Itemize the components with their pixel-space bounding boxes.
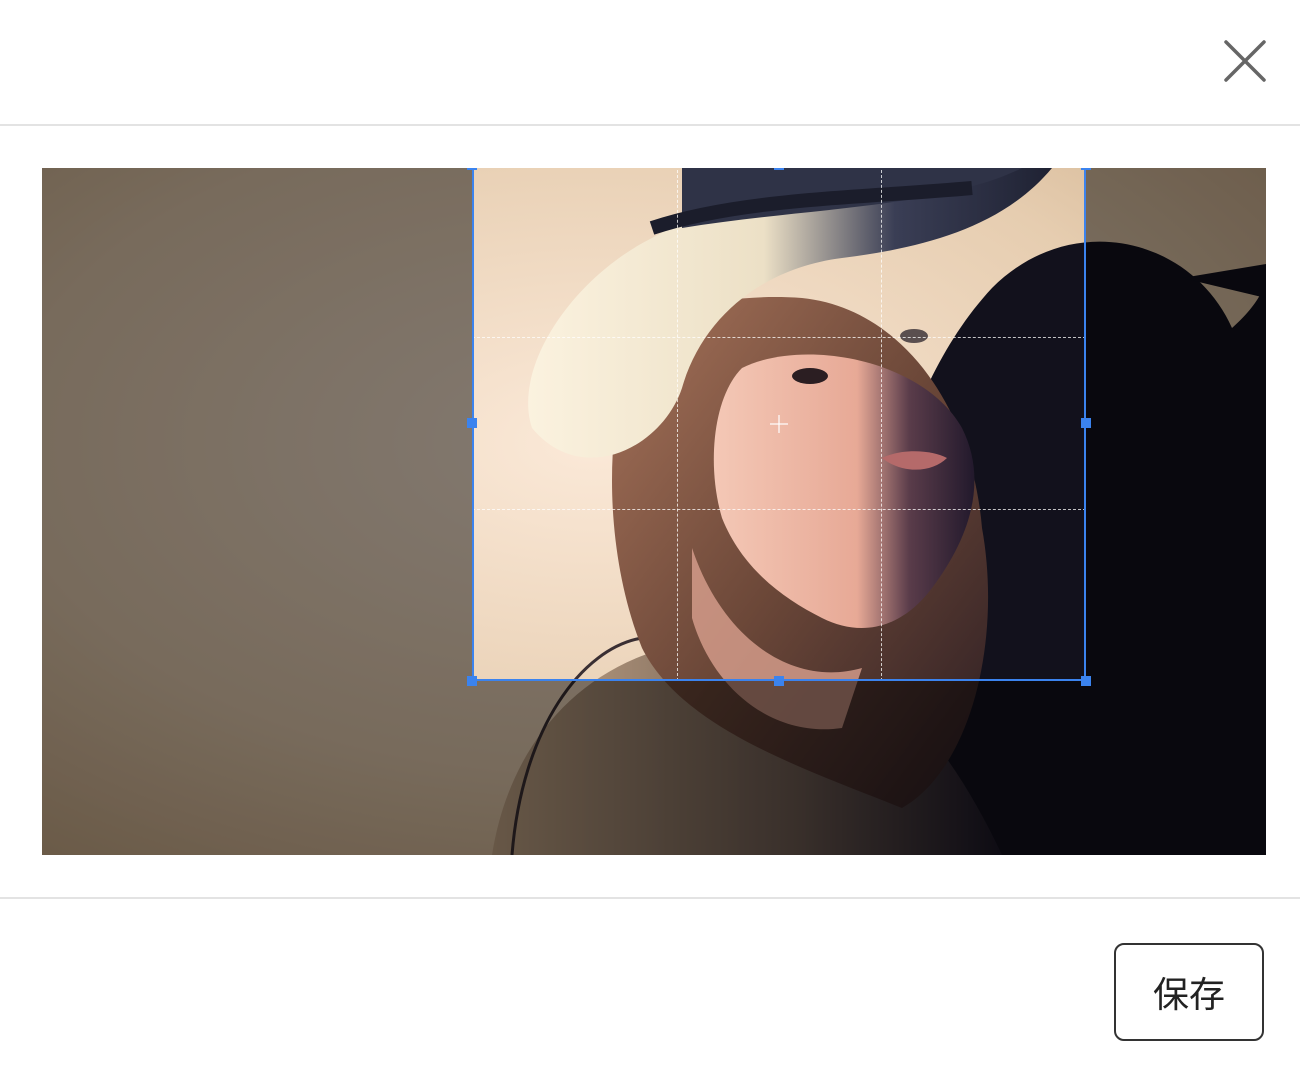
- crop-handle-bottom-left[interactable]: [467, 676, 477, 686]
- crop-handle-left[interactable]: [467, 418, 477, 428]
- crop-handle-top[interactable]: [774, 168, 784, 170]
- close-button[interactable]: [1216, 32, 1274, 90]
- crop-border: [472, 168, 1086, 681]
- crop-canvas[interactable]: [42, 168, 1266, 855]
- crop-selection[interactable]: [467, 168, 1091, 686]
- image-crop-dialog: 保存: [0, 0, 1300, 1079]
- crop-handle-bottom[interactable]: [774, 676, 784, 686]
- footer-divider: [0, 897, 1300, 899]
- crop-handle-top-right[interactable]: [1081, 168, 1091, 170]
- save-button[interactable]: 保存: [1114, 943, 1264, 1041]
- crop-handle-bottom-right[interactable]: [1081, 676, 1091, 686]
- crop-handle-top-left[interactable]: [467, 168, 477, 170]
- dialog-header: [0, 0, 1300, 124]
- crop-handle-right[interactable]: [1081, 418, 1091, 428]
- close-icon: [1224, 40, 1266, 82]
- header-divider: [0, 124, 1300, 126]
